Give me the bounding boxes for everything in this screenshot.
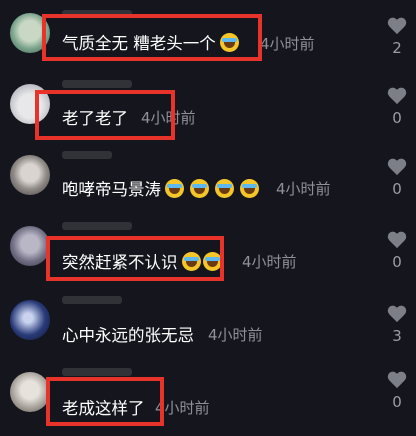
- laugh-cry-emoji-icon: [165, 178, 184, 198]
- like-button[interactable]: 2: [384, 18, 410, 56]
- comment-item[interactable]: 老成这样了 4小时前 0: [0, 364, 416, 434]
- username-placeholder: [62, 222, 132, 230]
- username-placeholder: [62, 151, 112, 159]
- highlight-box: [46, 236, 224, 281]
- highlight-box: [35, 90, 175, 140]
- heart-icon[interactable]: [387, 159, 407, 177]
- laugh-cry-emoji-icon: [240, 178, 259, 198]
- heart-icon[interactable]: [387, 372, 407, 390]
- like-count: 3: [392, 327, 402, 345]
- like-count: 0: [392, 109, 402, 127]
- comment-time: 4小时前: [242, 253, 297, 271]
- username-placeholder: [62, 80, 132, 88]
- comment-item[interactable]: 突然赶紧不认识 4小时前 0: [0, 218, 416, 288]
- comment-item[interactable]: 咆哮帝马景涛 4小时前 0: [0, 145, 416, 215]
- comment-item[interactable]: 老了老了 4小时前 0: [0, 72, 416, 142]
- avatar[interactable]: [10, 300, 50, 340]
- like-count: 0: [392, 393, 402, 411]
- username-placeholder: [62, 368, 132, 376]
- like-count: 2: [392, 39, 402, 57]
- comment-item[interactable]: 心中永远的张无忌 4小时前 3: [0, 290, 416, 360]
- heart-icon[interactable]: [387, 88, 407, 106]
- laugh-cry-emoji-icon: [215, 178, 234, 198]
- username-placeholder: [62, 296, 122, 304]
- laugh-cry-emoji-icon: [190, 178, 209, 198]
- comment-text-content: 心中永远的张无忌: [62, 326, 194, 345]
- avatar[interactable]: [10, 372, 50, 412]
- comment-time: 4小时前: [260, 35, 315, 53]
- highlight-box: [46, 377, 164, 426]
- avatar[interactable]: [10, 226, 50, 266]
- heart-icon[interactable]: [387, 306, 407, 324]
- heart-icon[interactable]: [387, 18, 407, 36]
- comment-item[interactable]: 气质全无 糟老头一个 4小时前 2: [0, 0, 416, 70]
- avatar[interactable]: [10, 155, 50, 195]
- like-count: 0: [392, 253, 402, 271]
- like-button[interactable]: 0: [384, 88, 410, 126]
- comment-text-content: 咆哮帝马景涛: [62, 180, 161, 199]
- comment-time: 4小时前: [208, 326, 263, 344]
- comment-time: 4小时前: [276, 180, 331, 198]
- comment-text: 心中永远的张无忌: [62, 322, 194, 346]
- like-button[interactable]: 0: [384, 372, 410, 410]
- heart-icon[interactable]: [387, 232, 407, 250]
- like-button[interactable]: 0: [384, 159, 410, 197]
- highlight-box: [42, 14, 262, 61]
- comment-text: 咆哮帝马景涛: [62, 176, 259, 200]
- like-button[interactable]: 0: [384, 232, 410, 270]
- like-button[interactable]: 3: [384, 306, 410, 344]
- like-count: 0: [392, 180, 402, 198]
